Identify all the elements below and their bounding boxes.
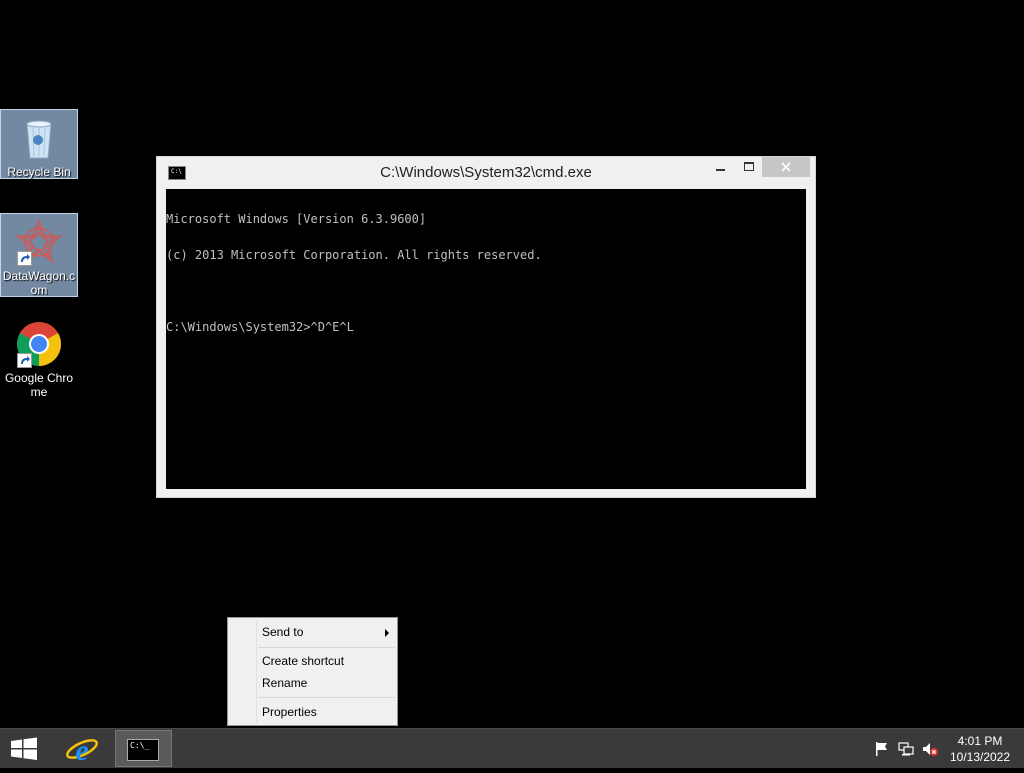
console-line: (c) 2013 Microsoft Corporation. All righ… — [166, 248, 542, 262]
cmd-thumb-text: C:\_ — [130, 741, 150, 750]
menu-item-rename[interactable]: Rename — [230, 672, 395, 694]
desktop-icon-label: Google Chrome — [4, 371, 74, 399]
submenu-arrow-icon — [385, 629, 389, 637]
flag-icon[interactable] — [874, 741, 890, 757]
taskbar-cmd-button[interactable]: C:\_ — [115, 730, 172, 767]
windows-logo-icon — [11, 737, 37, 760]
menu-item-send-to[interactable]: Send to — [230, 621, 395, 643]
cmd-window[interactable]: C:\ C:\Windows\System32\cmd.exe Microsof… — [156, 156, 816, 498]
desktop-icon-label: Recycle Bin — [7, 165, 71, 179]
menu-separator — [258, 697, 395, 698]
menu-item-create-shortcut[interactable]: Create shortcut — [230, 650, 395, 672]
internet-explorer-icon: e — [66, 734, 98, 767]
clock-time: 4:01 PM — [957, 734, 1003, 748]
desktop-icon-datawagon[interactable]: DataWagon.com — [0, 213, 78, 297]
datawagon-logo-icon — [15, 218, 63, 266]
close-icon — [781, 162, 791, 172]
menu-separator — [258, 647, 395, 648]
svg-text:e: e — [75, 734, 88, 767]
window-titlebar[interactable]: C:\ C:\Windows\System32\cmd.exe — [157, 157, 815, 189]
chrome-icon — [15, 320, 63, 368]
taskbar: e C:\_ 4:01 PM 10/13/2022 — [0, 728, 1024, 768]
cmd-thumbnail-icon: C:\_ — [127, 739, 159, 761]
taskbar-internet-explorer[interactable]: e — [58, 729, 106, 769]
network-icon[interactable] — [898, 741, 914, 757]
desktop-icon-label: DataWagon.com — [2, 269, 76, 297]
desktop-icon-recycle-bin[interactable]: Recycle Bin — [0, 109, 78, 179]
close-button[interactable] — [762, 157, 810, 177]
console-line: C:\Windows\System32>^D^E^L — [166, 320, 354, 334]
menu-item-properties[interactable]: Properties — [230, 701, 395, 723]
shortcut-arrow-icon — [17, 251, 32, 266]
context-menu: Send to Create shortcut Rename Propertie… — [227, 617, 398, 726]
recycle-bin-icon — [15, 114, 63, 162]
menu-item-label: Create shortcut — [262, 654, 345, 668]
system-clock[interactable]: 4:01 PM 10/13/2022 — [940, 733, 1020, 765]
console-line: Microsoft Windows [Version 6.3.9600] — [166, 212, 427, 226]
menu-item-label: Rename — [262, 676, 308, 690]
volume-muted-icon[interactable] — [922, 741, 938, 757]
menu-item-label: Send to — [262, 625, 304, 639]
shortcut-arrow-icon — [17, 353, 32, 368]
console-output[interactable]: Microsoft Windows [Version 6.3.9600] (c)… — [166, 189, 806, 489]
clock-date: 10/13/2022 — [949, 750, 1011, 764]
desktop-icon-google-chrome[interactable]: Google Chrome — [0, 316, 78, 400]
start-button[interactable] — [0, 729, 48, 769]
menu-item-label: Properties — [262, 705, 317, 719]
